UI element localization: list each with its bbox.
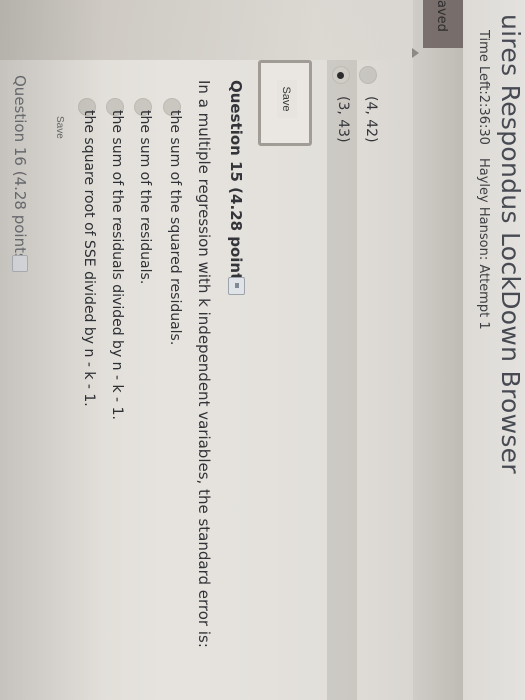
answer-radio-4-42[interactable] xyxy=(359,66,377,84)
left-panel xyxy=(413,0,463,700)
browser-screen: uires Respondus LockDown Browser Time Le… xyxy=(0,0,525,700)
app-title: uires Respondus LockDown Browser xyxy=(496,14,525,474)
answer-label-4: the square root of SSE divided by n - k … xyxy=(81,110,97,407)
answer-label-3: the sum of the residuals divided by n - … xyxy=(109,110,125,420)
time-left: Time Left:2:36:30 xyxy=(476,30,491,145)
answer-label-1: the sum of the squared residuals. xyxy=(167,110,183,346)
answer-radio-3-43[interactable] xyxy=(332,66,350,84)
flag-question-icon[interactable] xyxy=(228,277,245,295)
answer-label-4-42: (4, 42) xyxy=(363,96,379,143)
question-15-title: Question 15 (4.28 points) xyxy=(227,80,245,297)
flag-question-16-icon[interactable] xyxy=(12,255,28,272)
photo-frame: uires Respondus LockDown Browser Time Le… xyxy=(0,0,525,700)
app-header: uires Respondus LockDown Browser Time Le… xyxy=(462,0,525,700)
answer-label-2: the sum of the residuals. xyxy=(137,110,153,285)
selected-answer-highlight xyxy=(327,60,357,700)
attempt-info: Hayley Hanson: Attempt 1 xyxy=(476,158,491,330)
scroll-up-icon[interactable] xyxy=(412,48,419,58)
save-button-q15[interactable]: Save xyxy=(54,116,65,139)
question-16-title: Question 16 (4.28 points) xyxy=(11,75,29,267)
answer-label-3-43: (3, 43) xyxy=(335,96,351,143)
saved-status: aved xyxy=(434,0,449,32)
save-button[interactable]: Save xyxy=(277,80,297,118)
question-15-text: In a multiple regression with k independ… xyxy=(195,80,213,648)
